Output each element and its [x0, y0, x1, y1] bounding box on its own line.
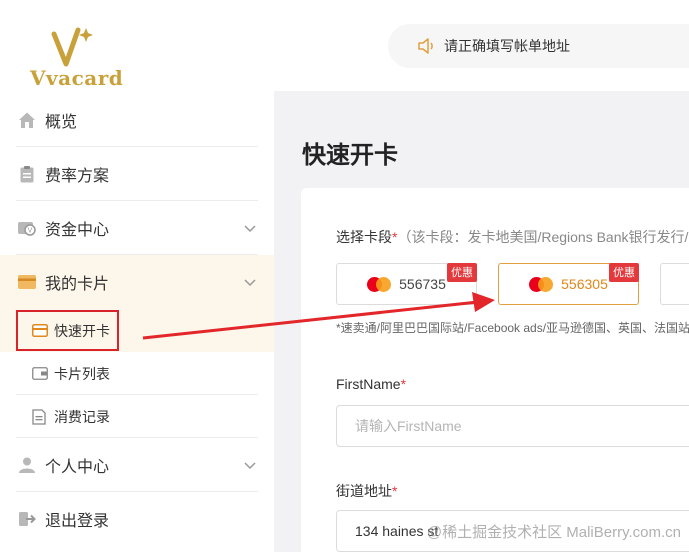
mastercard-icon [367, 276, 392, 292]
sidebar-item-label: 退出登录 [45, 513, 110, 530]
vvacard-logo[interactable]: Vvacard [28, 24, 128, 90]
submenu-item-label: 消费记录 [54, 408, 110, 425]
required-mark: * [400, 376, 407, 392]
notice-bar: 请正确填写帐单地址 [388, 24, 689, 68]
chevron-down-icon[interactable] [244, 276, 256, 288]
bin-option-556735[interactable]: 556735 优惠 [336, 263, 477, 305]
bin-option-more[interactable] [660, 263, 689, 305]
form-card: 选择卡段*（该卡段：发卡地美国/Regions Bank银行发行/ 556735… [301, 188, 689, 552]
logo-mark-icon [51, 27, 93, 67]
home-icon [16, 109, 38, 131]
sidebar-item-rates[interactable]: 费率方案 [0, 147, 274, 201]
clipboard-icon [16, 163, 38, 185]
main-content: 快速开卡 选择卡段*（该卡段：发卡地美国/Regions Bank银行发行/ 5… [274, 91, 689, 552]
sidebar-item-label: 我的卡片 [45, 276, 110, 293]
bin-hint: （该卡段：发卡地美国/Regions Bank银行发行/ [397, 229, 689, 245]
svg-text:V: V [28, 228, 33, 235]
firstname-label: FirstName* [336, 376, 406, 392]
sidebar-item-label: 概览 [45, 114, 78, 131]
sidebar-item-profile[interactable]: 个人中心 [0, 438, 274, 492]
receipt-icon [32, 408, 48, 425]
submenu-item-label: 卡片列表 [54, 365, 110, 382]
bin-note: *速卖通/阿里巴巴国际站/Facebook ads/亚马逊德国、英国、法国站 [336, 321, 689, 335]
chevron-down-icon[interactable] [244, 222, 256, 234]
my-cards-submenu-rest: 卡片列表 消费记录 [0, 352, 274, 438]
sidebar-item-label: 资金中心 [45, 222, 110, 239]
sidebar-item-logout[interactable]: 退出登录 [0, 492, 274, 546]
mastercard-icon [529, 276, 554, 292]
wallet-icon: V [16, 217, 38, 239]
sidebar-item-overview[interactable]: 概览 [0, 93, 274, 147]
chevron-down-icon[interactable] [244, 459, 256, 471]
discount-badge: 优惠 [609, 263, 639, 282]
bin-option-556305[interactable]: 556305 优惠 [498, 263, 639, 305]
sidebar-item-label: 费率方案 [45, 168, 110, 185]
submenu-item-card-list[interactable]: 卡片列表 [0, 352, 274, 395]
sidebar-item-funds[interactable]: V 资金中心 [0, 201, 274, 255]
card-list-icon [32, 366, 48, 382]
sidebar-item-label: 个人中心 [45, 459, 110, 476]
logout-icon [16, 508, 38, 530]
firstname-label-text: FirstName [336, 376, 401, 392]
street-label-text: 街道地址 [336, 483, 392, 499]
speaker-icon [418, 38, 433, 54]
top-bar: 请正确填写帐单地址 [274, 0, 689, 91]
bin-option-label: 556735 [399, 276, 446, 292]
street-label: 街道地址* [336, 481, 397, 501]
required-mark: * [392, 483, 398, 499]
logo-text: Vvacard [30, 66, 124, 90]
submenu-item-records[interactable]: 消费记录 [0, 395, 274, 438]
user-icon [16, 454, 38, 476]
card-icon [16, 271, 38, 293]
sidebar-item-my-cards[interactable]: 我的卡片 [0, 255, 274, 309]
bin-field-label: 选择卡段*（该卡段：发卡地美国/Regions Bank银行发行/ [336, 227, 688, 247]
bin-label-text: 选择卡段 [336, 229, 392, 245]
firstname-input[interactable] [336, 405, 689, 447]
bin-option-label: 556305 [561, 276, 608, 292]
sidebar: Vvacard 概览 费率方案 V 资金中心 我的卡片 快速开卡 卡片列表 消费… [0, 0, 274, 552]
notice-text: 请正确填写帐单地址 [444, 38, 570, 54]
watermark-text: @稀土掘金技术社区 MaliBerry.com.cn [426, 524, 681, 541]
annotation-highlight-box [16, 310, 119, 351]
page-title: 快速开卡 [302, 142, 398, 169]
discount-badge: 优惠 [447, 263, 477, 282]
